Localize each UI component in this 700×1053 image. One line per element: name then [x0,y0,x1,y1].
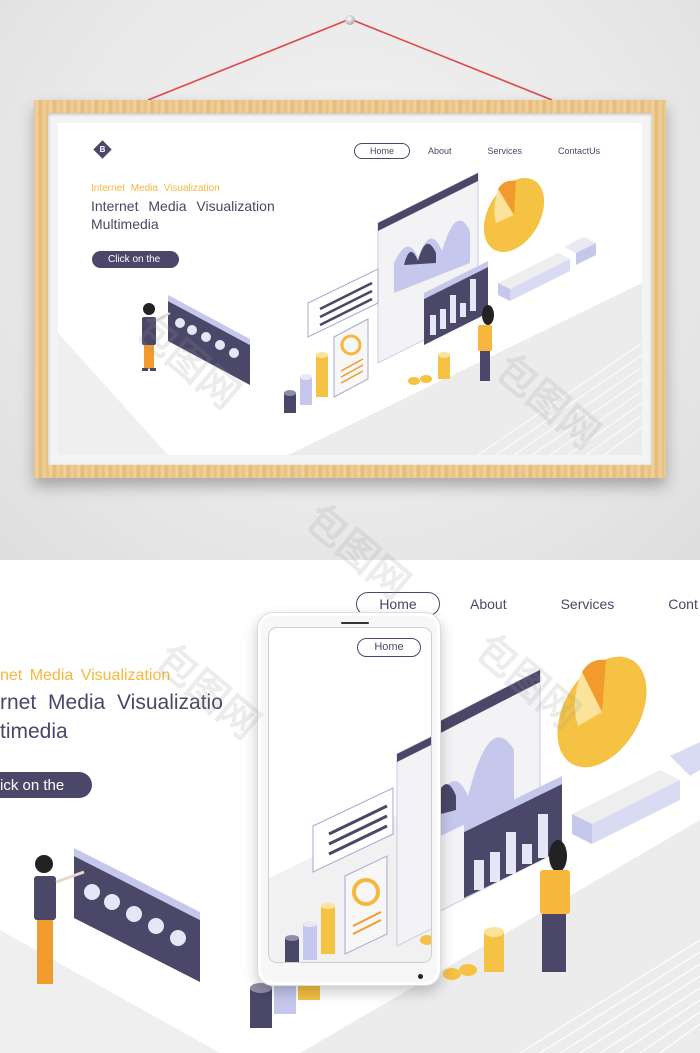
hero-section: B Home About Services ContactUs Internet… [58,123,642,455]
3d-pie-chart [483,178,545,252]
picture-frame: B Home About Services ContactUs Internet… [34,100,666,478]
isometric-illustration [142,172,596,413]
phone-camera-dot [418,974,423,979]
phone-speaker [341,622,369,624]
man-figure [34,855,85,984]
donut-card [333,318,369,398]
cylinder-bars [250,980,320,1028]
framed-webpage: B Home About Services ContactUs Internet… [58,123,642,455]
smartphone-mockup: Home [257,612,441,986]
coin-stacks [443,927,504,980]
pie-chart-panel [74,848,200,982]
man-figure [142,303,171,371]
frame-mat: B Home About Services ContactUs Internet… [48,113,652,465]
phone-illustration [269,736,431,962]
woman-figure [540,840,570,972]
nail-icon [345,15,355,25]
3d-pie-chart [557,656,647,768]
coin-stacks [408,352,450,385]
cylinder-bars [284,352,328,413]
phone-screen: Home [268,627,432,963]
pie-chart-panel [168,295,250,385]
